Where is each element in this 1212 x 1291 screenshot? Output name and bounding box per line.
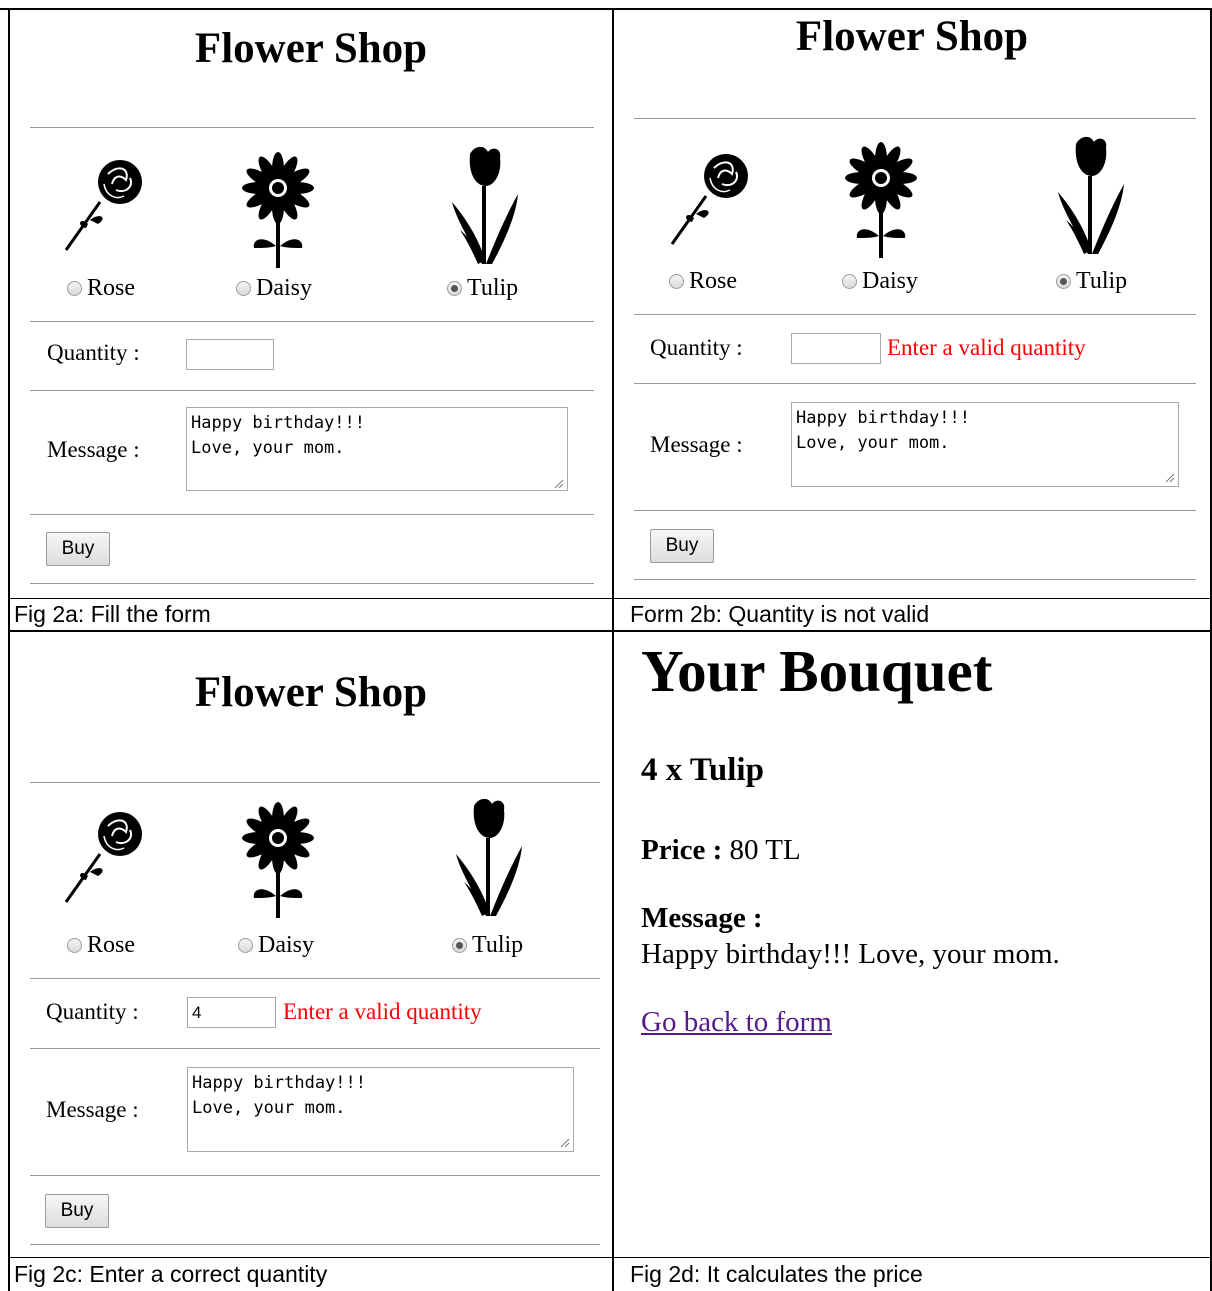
grid-row1-caption-line xyxy=(8,598,1212,599)
order-summary: 4 x Tulip xyxy=(641,752,764,788)
radio-daisy-label: Daisy xyxy=(258,932,314,958)
divider xyxy=(30,321,594,322)
quantity-error: Enter a valid quantity xyxy=(887,335,1086,360)
radio-rose-circle[interactable] xyxy=(67,938,82,953)
divider xyxy=(30,1244,600,1245)
radio-daisy[interactable]: Daisy xyxy=(236,275,312,302)
resize-grip-icon[interactable] xyxy=(554,479,564,489)
radio-daisy-circle[interactable] xyxy=(236,281,251,296)
quantity-label: Quantity : xyxy=(46,999,139,1024)
page-title: Flower Shop xyxy=(795,13,1029,60)
radio-rose[interactable]: Rose xyxy=(67,932,135,959)
message-label: Message : xyxy=(641,902,763,934)
panel-fig-2a: Flower Shop Rose Daisy Tulip Quantity: … xyxy=(10,10,612,598)
radio-tulip[interactable]: Tulip xyxy=(447,275,518,302)
buy-button[interactable]: Buy xyxy=(45,1194,109,1228)
message-textarea[interactable]: Happy birthday!!! Love, your mom. xyxy=(187,1067,574,1152)
quantity-input[interactable] xyxy=(791,333,881,364)
radio-rose[interactable]: Rose xyxy=(669,268,737,295)
tulip-icon xyxy=(448,146,522,264)
figure-caption: Form 2b: Quantity is not valid xyxy=(630,601,930,627)
buy-button[interactable]: Buy xyxy=(46,532,110,566)
radio-tulip-circle[interactable] xyxy=(447,281,462,296)
radio-rose-circle[interactable] xyxy=(67,281,82,296)
radio-tulip-circle[interactable] xyxy=(452,938,467,953)
quantity-input[interactable] xyxy=(186,339,274,370)
tulip-icon xyxy=(1054,136,1128,254)
resize-grip-icon[interactable] xyxy=(560,1138,570,1148)
page-title: Flower Shop xyxy=(194,25,428,72)
figure-caption: Fig 2d: It calculates the price xyxy=(630,1261,923,1287)
divider xyxy=(30,1175,600,1176)
daisy-icon xyxy=(841,140,921,258)
price-label: Price : xyxy=(641,834,723,866)
message-label: Message : xyxy=(47,437,140,462)
message-label: Message : xyxy=(650,432,743,457)
divider xyxy=(634,510,1196,511)
radio-rose-label: Rose xyxy=(87,275,135,301)
radio-daisy[interactable]: Daisy xyxy=(842,268,918,295)
quantity-input[interactable]: 4 xyxy=(187,997,276,1028)
divider xyxy=(30,583,594,584)
buy-button[interactable]: Buy xyxy=(650,529,714,563)
radio-rose[interactable]: Rose xyxy=(67,275,135,302)
radio-rose-label: Rose xyxy=(689,268,737,294)
radio-tulip-label: Tulip xyxy=(467,275,519,301)
divider xyxy=(30,1048,600,1049)
radio-tulip-label: Tulip xyxy=(472,932,524,958)
price-line: Price : 80 TL xyxy=(641,834,801,867)
divider xyxy=(30,782,600,783)
bouquet-title: Your Bouquet xyxy=(641,638,993,704)
radio-daisy-circle[interactable] xyxy=(842,274,857,289)
price-value: 80 TL xyxy=(729,834,801,866)
panel-fig-2b: Flower Shop Rose Daisy Tulip Quantity: … xyxy=(614,10,1210,598)
quantity-label: Quantity : xyxy=(47,340,140,365)
divider xyxy=(30,127,594,128)
divider xyxy=(30,390,594,391)
message-textarea[interactable]: Happy birthday!!! Love, your mom. xyxy=(791,402,1179,487)
message-text: Happy birthday!!! Love, your mom. xyxy=(641,938,1060,970)
rose-icon xyxy=(60,154,152,254)
radio-daisy[interactable]: Daisy xyxy=(238,932,314,959)
radio-tulip-label: Tulip xyxy=(1076,268,1128,294)
rose-icon xyxy=(60,806,152,906)
figure-caption: Fig 2a: Fill the form xyxy=(14,601,211,627)
divider xyxy=(30,514,594,515)
message-textarea[interactable]: Happy birthday!!! Love, your mom. xyxy=(186,407,568,491)
divider xyxy=(634,383,1196,384)
radio-tulip[interactable]: Tulip xyxy=(1056,268,1127,295)
message-label: Message : xyxy=(46,1097,139,1122)
radio-tulip-circle[interactable] xyxy=(1056,274,1071,289)
divider xyxy=(634,314,1196,315)
radio-daisy-label: Daisy xyxy=(256,275,312,301)
panel-fig-2d: Your Bouquet 4 x Tulip Price : 80 TL Mes… xyxy=(614,632,1210,1257)
radio-daisy-label: Daisy xyxy=(862,268,918,294)
radio-daisy-circle[interactable] xyxy=(238,938,253,953)
quantity-label: Quantity : xyxy=(650,335,743,360)
rose-icon xyxy=(666,148,758,248)
back-to-form-link[interactable]: Go back to form xyxy=(641,1006,832,1039)
radio-rose-circle[interactable] xyxy=(669,274,684,289)
divider xyxy=(634,579,1196,580)
divider xyxy=(30,978,600,979)
figure-caption: Fig 2c: Enter a correct quantity xyxy=(14,1261,328,1287)
grid-row2-caption-line xyxy=(8,1257,1212,1258)
tulip-icon xyxy=(452,798,526,916)
quantity-error: Enter a valid quantity xyxy=(283,999,482,1024)
resize-grip-icon[interactable] xyxy=(1165,473,1175,483)
radio-tulip[interactable]: Tulip xyxy=(452,932,523,959)
daisy-icon xyxy=(238,150,318,268)
page-title: Flower Shop xyxy=(194,669,428,716)
daisy-icon xyxy=(238,800,318,918)
divider xyxy=(634,118,1196,119)
panel-fig-2c: Flower Shop Rose Daisy Tulip Quantity: … xyxy=(10,632,612,1257)
radio-rose-label: Rose xyxy=(87,932,135,958)
